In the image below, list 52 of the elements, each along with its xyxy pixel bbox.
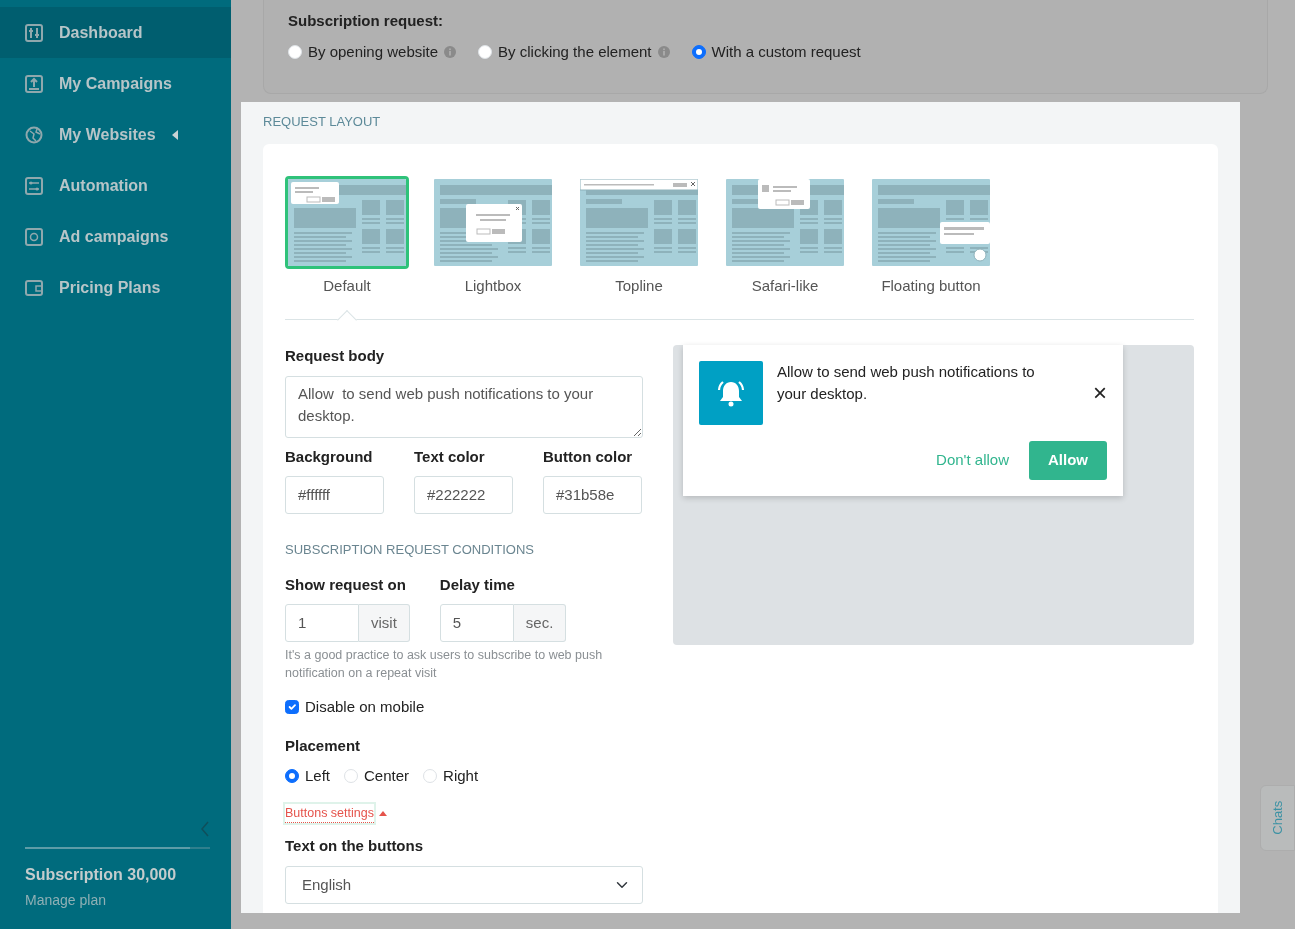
field-label: Delay time	[439, 574, 516, 595]
bell-icon	[699, 361, 763, 425]
globe-icon	[25, 125, 43, 144]
layout-option[interactable]: Topline	[577, 175, 701, 297]
buttons-settings-link[interactable]: Buttons settings	[285, 803, 374, 824]
section-title: REQUEST LAYOUT	[263, 113, 382, 131]
layout-option[interactable]: Default	[285, 175, 409, 297]
info-icon[interactable]	[657, 45, 670, 58]
layout-option[interactable]: Floating button	[869, 175, 993, 297]
field-label: Text color	[414, 446, 486, 467]
field-label: Request body	[285, 346, 386, 366]
radio-button[interactable]	[691, 44, 706, 59]
radio-button[interactable]	[285, 769, 299, 784]
chevron-left-icon[interactable]	[200, 821, 210, 837]
radio-label: Left	[305, 766, 331, 786]
color-field[interactable]: #31b58e	[543, 476, 642, 514]
color-field[interactable]: #ffffff	[285, 476, 384, 514]
sidebar-item[interactable]: Dashboard	[0, 7, 231, 58]
wallet-icon	[25, 278, 43, 297]
field-label: Show request on	[285, 574, 407, 595]
workflow-icon	[25, 176, 43, 195]
field-label: Subscription request:	[288, 11, 445, 31]
number-field[interactable]: 1	[285, 604, 359, 642]
checkbox-label: Disable on mobile	[305, 697, 425, 717]
layout-preview-drawing[interactable]	[285, 175, 409, 269]
radio-label: Center	[364, 766, 410, 786]
subscription-title: Subscription 30,000	[25, 865, 178, 885]
field-label: Placement	[285, 735, 362, 756]
notification-text: Allow to send web push notifications to your desktop.	[777, 362, 1036, 404]
hint-text: It's a good practice to ask users to subscribe to web push notification on a repeat visit	[285, 647, 604, 682]
field-label: Button color	[543, 446, 634, 467]
request-body-field[interactable]: Allow to send web push notifications to your desktop.	[285, 375, 643, 438]
radio-label: Right	[443, 766, 479, 786]
close-button[interactable]: ×	[1093, 361, 1107, 425]
color-field[interactable]: #222222	[414, 476, 513, 514]
field-label: Background	[285, 446, 374, 467]
safe-icon	[25, 227, 43, 246]
radio-label: By clicking the element	[498, 41, 652, 62]
unit-label: visit	[359, 604, 410, 642]
layout-option[interactable]: Lightbox	[431, 175, 555, 297]
language-select[interactable]: English	[285, 865, 643, 904]
checkbox[interactable]	[285, 700, 299, 715]
layout-option[interactable]: Safari-like	[723, 175, 847, 297]
info-icon[interactable]	[444, 45, 457, 58]
unit-label: sec.	[513, 604, 567, 642]
upload-icon	[25, 74, 43, 93]
sliders-icon	[25, 23, 43, 42]
field-label: Text on the buttons	[285, 836, 425, 857]
section-title: SUBSCRIPTION REQUEST CONDITIONS	[285, 541, 535, 559]
radio-label: With a custom request	[711, 41, 861, 62]
number-field[interactable]: 5	[439, 604, 514, 642]
radio-label: By opening website	[308, 41, 439, 62]
